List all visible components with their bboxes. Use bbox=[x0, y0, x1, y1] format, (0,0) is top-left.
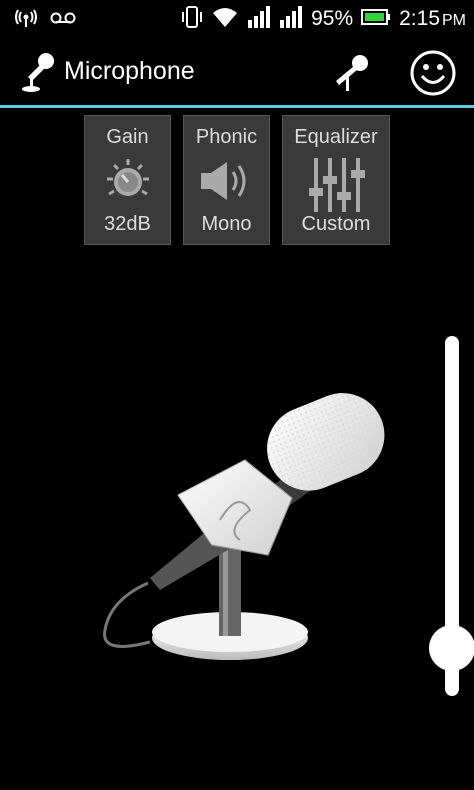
equalizer-value: Custom bbox=[301, 213, 371, 235]
battery-percent: 95% bbox=[311, 7, 354, 30]
page-title: Microphone bbox=[64, 57, 195, 85]
wifi-signal-icon bbox=[14, 9, 38, 32]
speaker-icon bbox=[197, 156, 257, 211]
vibrate-icon bbox=[181, 5, 203, 34]
microphone-illustration bbox=[100, 380, 400, 685]
signal-icon bbox=[247, 5, 271, 33]
gain-label: Gain bbox=[106, 126, 149, 148]
microphone-icon[interactable] bbox=[328, 51, 372, 95]
volume-slider-thumb[interactable] bbox=[429, 624, 474, 671]
equalizer-icon bbox=[306, 156, 366, 219]
phonic-label: Phonic bbox=[195, 126, 258, 148]
app-microphone-icon[interactable] bbox=[18, 51, 58, 98]
status-bar: 95% 2:15 PM bbox=[0, 0, 474, 38]
wifi-icon bbox=[211, 6, 239, 33]
gain-value: 32dB bbox=[104, 213, 151, 235]
phonic-button[interactable]: Phonic Mono bbox=[183, 115, 270, 245]
gain-knob-icon bbox=[101, 156, 155, 213]
clock: 2:15 PM bbox=[399, 7, 466, 31]
gain-button[interactable]: Gain 32dB bbox=[84, 115, 171, 245]
smiley-icon[interactable] bbox=[409, 49, 457, 97]
battery-icon bbox=[361, 8, 391, 30]
equalizer-button[interactable]: Equalizer Custom bbox=[282, 115, 390, 245]
voicemail-icon bbox=[50, 11, 76, 30]
phonic-value: Mono bbox=[201, 213, 252, 235]
action-bar-divider bbox=[0, 105, 474, 108]
clock-ampm: PM bbox=[442, 12, 466, 29]
signal-icon bbox=[279, 5, 303, 33]
equalizer-label: Equalizer bbox=[294, 126, 378, 148]
clock-time: 2:15 bbox=[399, 7, 440, 30]
